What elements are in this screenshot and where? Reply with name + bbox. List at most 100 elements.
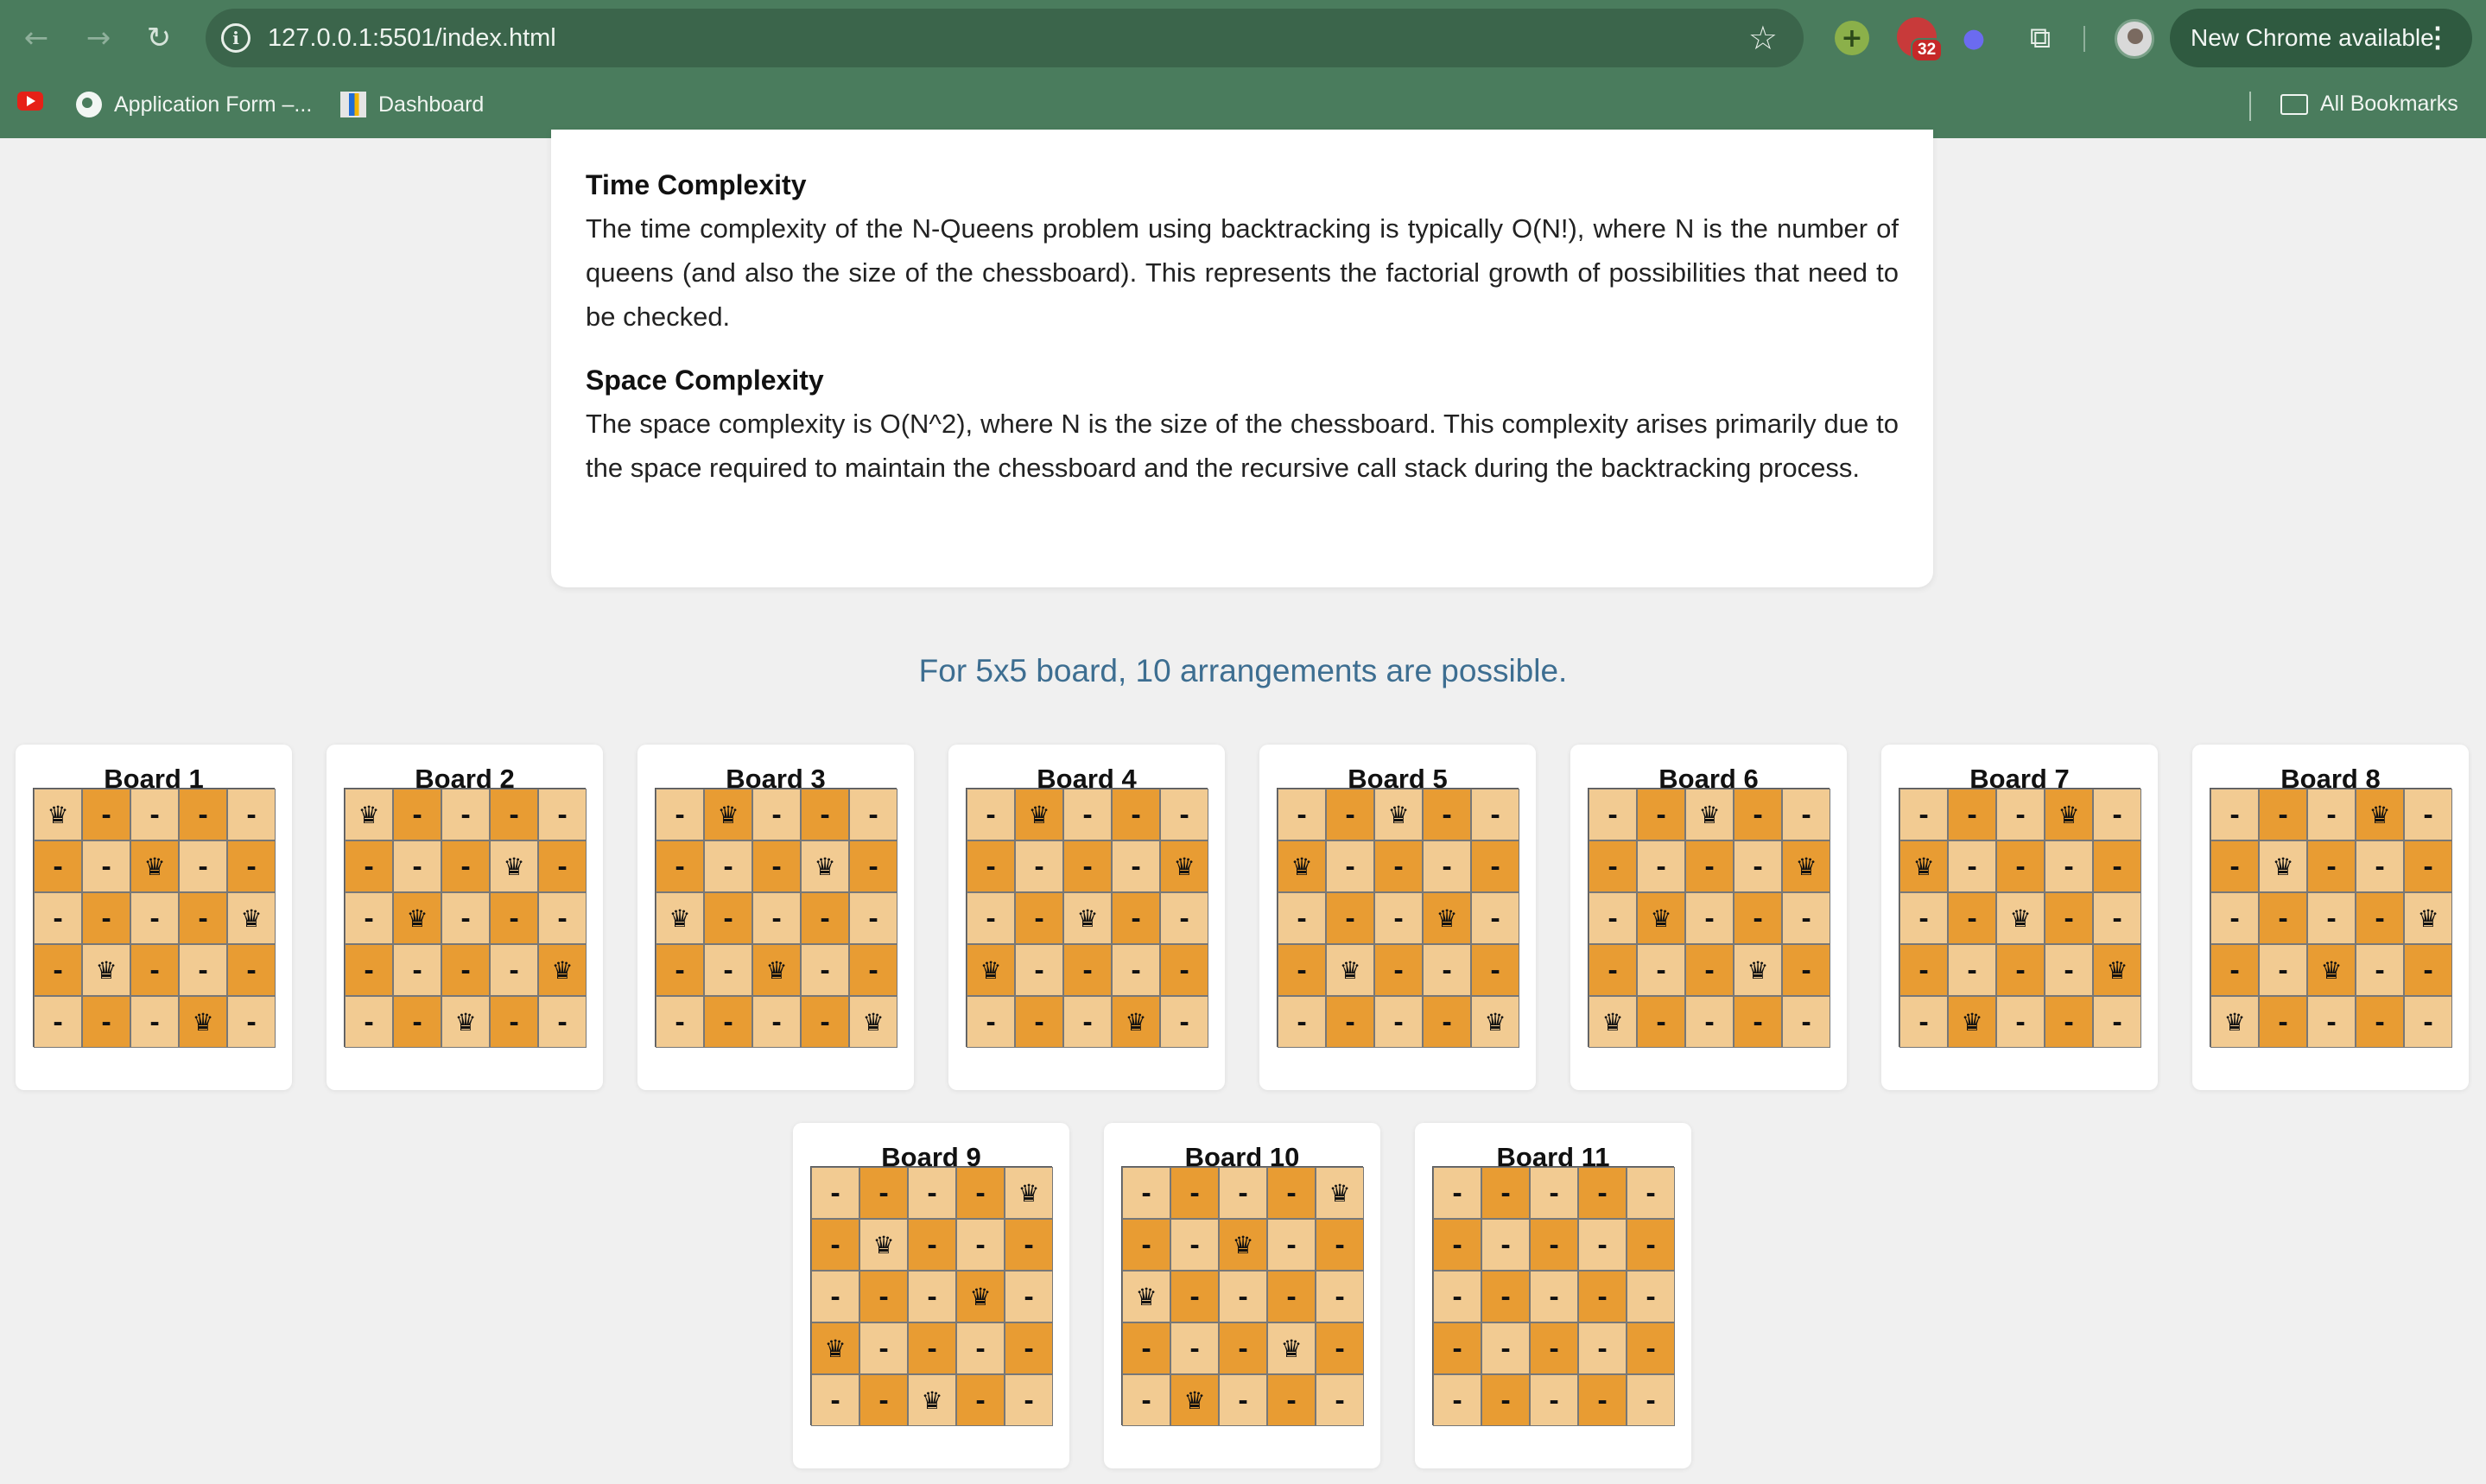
url-text[interactable]: 127.0.0.1:5501/index.html <box>268 24 556 53</box>
empty-cell: - <box>2307 789 2356 840</box>
bookmark-application-form[interactable]: Application Form –... <box>76 92 312 117</box>
empty-cell: - <box>1122 1322 1170 1374</box>
empty-cell: - <box>2210 840 2259 892</box>
all-bookmarks-label: All Bookmarks <box>2320 92 2458 116</box>
empty-cell: - <box>179 789 227 840</box>
queen-icon: ♛ <box>345 789 393 840</box>
empty-cell: - <box>1316 1219 1364 1271</box>
empty-cell: - <box>34 892 82 944</box>
board-card: Board 11- - - - - - - - - - - - - - - - - - - - - - - - - <box>1415 1123 1691 1468</box>
forward-arrow-icon[interactable]: → <box>79 19 117 57</box>
empty-cell: - <box>1063 789 1112 840</box>
bookmark-star-icon[interactable]: ☆ <box>1748 19 1778 57</box>
extensions-puzzle-icon[interactable]: ⧉ <box>2021 19 2059 57</box>
empty-cell: - <box>1471 840 1519 892</box>
empty-cell: - <box>1433 1167 1481 1219</box>
bookmark-dashboard[interactable]: Dashboard <box>340 92 484 117</box>
chrome-update-button[interactable]: New Chrome available ⋮ <box>2170 9 2472 67</box>
queen-icon: ♛ <box>2093 944 2141 996</box>
empty-cell: - <box>2093 840 2141 892</box>
board-card: Board 10- - - - ♛ - - ♛ - - ♛ - - - - - - - ♛ - - ♛ - - - <box>1104 1123 1380 1468</box>
chessboard-grid: ♛ - - - - - - ♛ - - - - - - ♛ - ♛ - - - - - - ♛ - <box>33 788 276 1048</box>
empty-cell: - <box>967 996 1015 1048</box>
empty-cell: - <box>2404 996 2452 1048</box>
menu-kebab-icon[interactable]: ⋮ <box>2424 21 2451 54</box>
back-arrow-icon[interactable]: ← <box>17 19 55 57</box>
empty-cell: - <box>441 789 490 840</box>
empty-cell: - <box>1326 892 1374 944</box>
empty-cell: - <box>1005 1271 1053 1322</box>
empty-cell: - <box>130 944 179 996</box>
queen-icon: ♛ <box>849 996 897 1048</box>
time-complexity-text: The time complexity of the N-Queens prob… <box>586 213 1899 332</box>
empty-cell: - <box>1782 892 1830 944</box>
empty-cell: - <box>956 1322 1005 1374</box>
chessboard-grid: - ♛ - - - - - - - ♛ - - ♛ - - ♛ - - - - - - - ♛ - <box>966 788 1208 1048</box>
arrangements-summary: For 5x5 board, 10 arrangements are possi… <box>918 653 1568 688</box>
empty-cell: - <box>908 1219 956 1271</box>
chessboard-grid: - ♛ - - - - - - ♛ - ♛ - - - - - - ♛ - - - - - - ♛ <box>655 788 897 1048</box>
empty-cell: - <box>538 789 587 840</box>
empty-cell: - <box>1685 996 1734 1048</box>
empty-cell: - <box>1122 1374 1170 1426</box>
empty-cell: - <box>1316 1374 1364 1426</box>
all-bookmarks-button[interactable]: All Bookmarks <box>2280 92 2458 117</box>
empty-cell: - <box>538 892 587 944</box>
chessboard-grid: - - ♛ - - - - - - ♛ - ♛ - - - - - - ♛ - ♛ - - - - <box>1588 788 1830 1048</box>
empty-cell: - <box>2404 840 2452 892</box>
empty-cell: - <box>1685 944 1734 996</box>
queen-icon: ♛ <box>752 944 801 996</box>
empty-cell: - <box>1423 944 1471 996</box>
profile-avatar[interactable] <box>2115 19 2154 59</box>
empty-cell: - <box>1996 840 2045 892</box>
empty-cell: - <box>1326 996 1374 1048</box>
globe-icon <box>76 92 102 117</box>
empty-cell: - <box>1530 1167 1578 1219</box>
board-card: Board 2 ♛ - - - - - - - ♛ - - ♛ - - - - - - - ♛ - - ♛ - - <box>327 745 603 1090</box>
empty-cell: - <box>1627 1167 1675 1219</box>
empty-cell: - <box>811 1271 859 1322</box>
empty-cell: - <box>1160 996 1208 1048</box>
extension-plus-icon[interactable]: + <box>1835 21 1869 55</box>
queen-icon: ♛ <box>1589 996 1637 1048</box>
site-info-icon[interactable]: i <box>221 23 251 53</box>
empty-cell: - <box>393 789 441 840</box>
queen-icon: ♛ <box>1326 944 1374 996</box>
empty-cell: - <box>1578 1322 1627 1374</box>
empty-cell: - <box>1996 944 2045 996</box>
queen-icon: ♛ <box>393 892 441 944</box>
address-bar[interactable]: i 127.0.0.1:5501/index.html ☆ <box>206 9 1804 67</box>
empty-cell: - <box>1637 944 1685 996</box>
empty-cell: - <box>1170 1322 1219 1374</box>
empty-cell: - <box>967 892 1015 944</box>
chessboard-grid: - - - ♛ - ♛ - - - - - - ♛ - - - - - - ♛ - ♛ - - - <box>1899 788 2141 1048</box>
empty-cell: - <box>1278 944 1326 996</box>
empty-cell: - <box>1685 840 1734 892</box>
empty-cell: - <box>1627 1374 1675 1426</box>
empty-cell: - <box>801 892 849 944</box>
empty-cell: - <box>1278 892 1326 944</box>
chessboard-grid: ♛ - - - - - - - ♛ - - ♛ - - - - - - - ♛ - - ♛ - - <box>344 788 587 1048</box>
queen-icon: ♛ <box>1015 789 1063 840</box>
empty-cell: - <box>752 996 801 1048</box>
empty-cell: - <box>1005 1322 1053 1374</box>
empty-cell: - <box>752 789 801 840</box>
empty-cell: - <box>1374 840 1423 892</box>
empty-cell: - <box>908 1167 956 1219</box>
queen-icon: ♛ <box>1170 1374 1219 1426</box>
empty-cell: - <box>1637 840 1685 892</box>
empty-cell: - <box>1948 892 1996 944</box>
queen-icon: ♛ <box>656 892 704 944</box>
empty-cell: - <box>1481 1167 1530 1219</box>
empty-cell: - <box>1219 1271 1267 1322</box>
empty-cell: - <box>1734 840 1782 892</box>
empty-cell: - <box>1948 944 1996 996</box>
queen-icon: ♛ <box>1374 789 1423 840</box>
bookmark-youtube[interactable] <box>17 92 43 111</box>
empty-cell: - <box>1219 1322 1267 1374</box>
extension-drop-icon[interactable]: ● <box>1963 19 1985 57</box>
reload-icon[interactable]: ↻ <box>140 19 178 57</box>
empty-cell: - <box>1063 944 1112 996</box>
empty-cell: - <box>801 789 849 840</box>
empty-cell: - <box>1685 892 1734 944</box>
